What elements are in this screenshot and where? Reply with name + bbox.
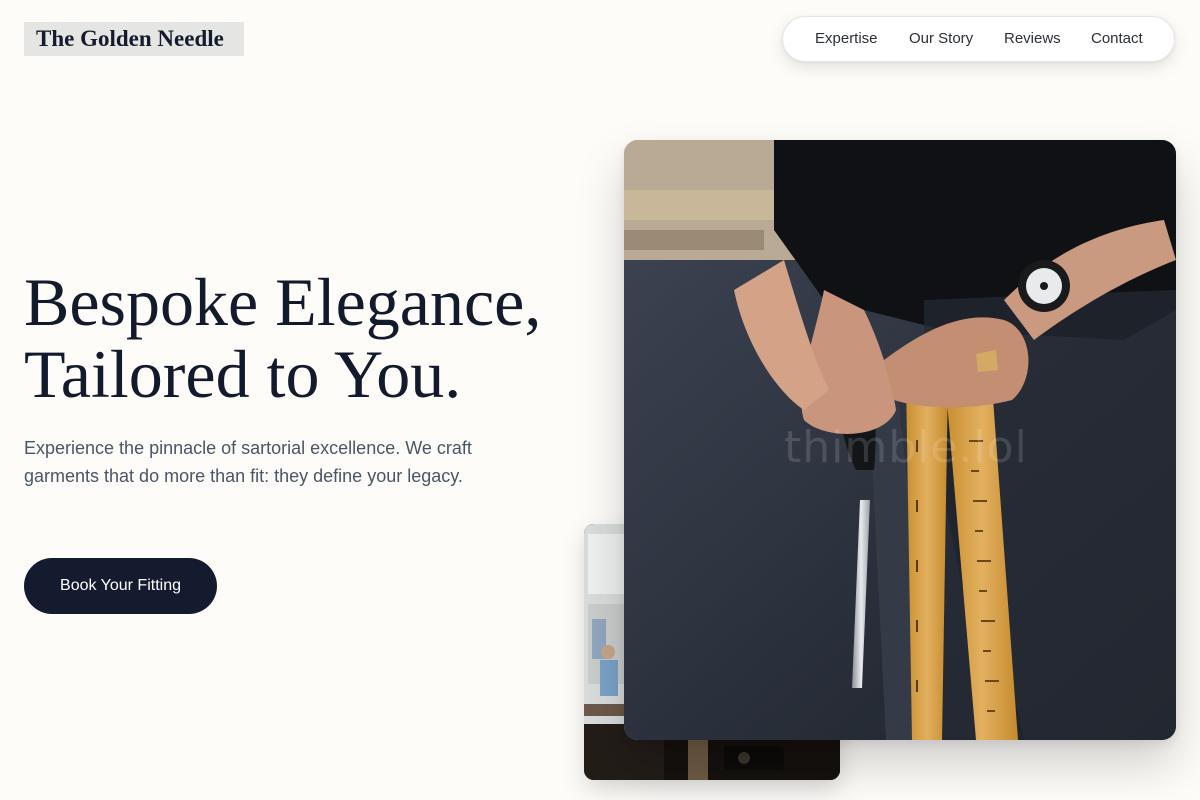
brand-logo[interactable]: The Golden Needle: [24, 22, 244, 56]
hero-headline-line-2: Tailored to You.: [24, 336, 462, 412]
nav-link-our-story[interactable]: Our Story: [909, 17, 973, 61]
nav-link-contact[interactable]: Contact: [1091, 17, 1143, 61]
hero-description: Experience the pinnacle of sartorial exc…: [24, 438, 472, 486]
hero-headline: Bespoke Elegance, Tailored to You.: [24, 266, 541, 410]
tailor-cutting-photo: thimble.lol: [624, 140, 1176, 740]
nav-link-reviews[interactable]: Reviews: [1004, 17, 1061, 61]
main-nav: Expertise Our Story Reviews Contact: [782, 16, 1175, 62]
hero-headline-line-1: Bespoke Elegance,: [24, 264, 542, 340]
book-fitting-button[interactable]: Book Your Fitting: [24, 558, 217, 614]
nav-link-expertise[interactable]: Expertise: [815, 17, 878, 61]
tailor-cutting-photo-art: [624, 140, 1176, 740]
